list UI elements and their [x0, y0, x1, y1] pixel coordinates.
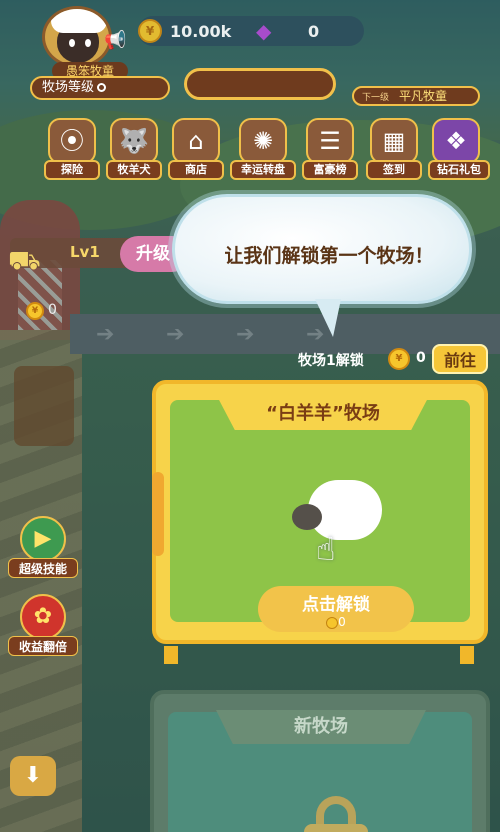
ranch-card[interactable]: ☝ 点击解锁 0 “白羊羊”牧场: [152, 380, 488, 664]
mine-cart-icon: ⛟: [8, 246, 41, 276]
goto-button[interactable]: 前往: [432, 344, 488, 374]
currency-bar: ¥ 10.00k ◆ 0: [138, 16, 364, 46]
gem-count: 0: [308, 22, 320, 41]
podium-icon: ☰: [306, 118, 354, 164]
next-level-prefix: 下一级: [362, 93, 390, 103]
new-ranch-title: 新牧场: [216, 710, 426, 744]
new-ranch-card[interactable]: 新牧场: [150, 690, 490, 832]
coin-icon: ¥: [388, 348, 410, 370]
next-level-title: 平凡牧童: [399, 89, 448, 103]
avatar[interactable]: [42, 6, 112, 68]
pointing-hand-icon: ☝: [316, 530, 336, 568]
wheel-icon: ✺: [239, 118, 287, 164]
sheep-icon: [292, 480, 382, 546]
menu-item-shop[interactable]: ⌂ 商店: [168, 118, 224, 182]
menu-item-label: 签到: [366, 160, 422, 180]
card-leg: [460, 646, 474, 664]
click-unlock-label: 点击解锁: [302, 595, 370, 615]
super-skill-label: 超级技能: [8, 558, 78, 578]
unlock-text: 牧场1解锁: [298, 353, 364, 369]
production-level: Lv1: [70, 243, 100, 261]
menu-item-label: 钻石礼包: [428, 160, 490, 180]
shop-icon: ⌂: [172, 118, 220, 164]
menu-item-label: 幸运转盘: [230, 160, 296, 180]
menu-item-sheepdog[interactable]: 🐺 牧羊犬: [106, 118, 162, 182]
coin-icon: [326, 616, 339, 629]
click-unlock-button[interactable]: 点击解锁 0: [258, 586, 414, 632]
sheep-head: [292, 504, 322, 530]
double-income-label: 收益翻倍: [8, 636, 78, 656]
unlock-cost: 0: [416, 350, 426, 366]
ranch-level-label: 牧场等级: [42, 80, 95, 95]
adventure-icon: ⦿: [48, 118, 96, 164]
tutorial-text: 让我们解锁第一个牧场！: [224, 245, 434, 267]
card-hinge: [152, 472, 164, 556]
stored-coins-value: 0: [48, 302, 57, 318]
menu-item-adventure[interactable]: ⦿ 探险: [44, 118, 100, 182]
menu-item-label: 商店: [168, 160, 224, 180]
level-progress-bar: [184, 68, 336, 100]
treasure-icon: ❖: [432, 118, 480, 164]
eye-icon: [69, 39, 75, 47]
lock-icon: [304, 796, 368, 832]
menu-item-label: 富豪榜: [302, 160, 358, 180]
coin-icon: ¥: [138, 19, 162, 43]
menu-item-leaderboard[interactable]: ☰ 富豪榜: [302, 118, 358, 182]
dog-icon: 🐺: [110, 118, 158, 164]
ranch-field: ☝ 点击解锁 0: [170, 400, 470, 632]
skill-tv-icon: ▶: [20, 516, 66, 562]
feature-menu: ⦿ 探险 🐺 牧羊犬 ⌂ 商店 ✺ 幸运转盘 ☰ 富豪榜 ▦ 签到 ❖ 钻石礼包: [44, 118, 500, 184]
arrow-down-icon: ⬇: [23, 763, 43, 788]
menu-item-label: 牧羊犬: [106, 160, 162, 180]
ranch-title: “白羊羊”牧场: [218, 398, 428, 430]
double-income-button[interactable]: ✿ 收益翻倍: [8, 594, 78, 664]
horn-icon: 📢: [104, 30, 127, 51]
next-level: 下一级 平凡牧童: [352, 86, 480, 106]
menu-item-diamond-pack[interactable]: ❖ 钻石礼包: [428, 118, 490, 182]
super-skill-button[interactable]: ▶ 超级技能: [8, 516, 78, 586]
menu-item-label: 探险: [44, 160, 100, 180]
click-unlock-cost-value: 0: [338, 615, 346, 629]
stored-coins: ¥ 0: [26, 302, 66, 322]
ranch-level[interactable]: 牧场等级: [30, 76, 170, 100]
scroll-down-button[interactable]: ⬇: [10, 756, 56, 796]
click-unlock-cost: 0: [258, 615, 414, 629]
coin-icon: ¥: [26, 302, 44, 320]
level-ring-icon: [97, 83, 107, 92]
eye-icon: [85, 39, 91, 47]
menu-item-checkin[interactable]: ▦ 签到: [366, 118, 422, 182]
red-envelope-icon: ✿: [20, 594, 66, 640]
calendar-icon: ▦: [370, 118, 418, 164]
lock-body: [304, 824, 368, 832]
card-leg: [164, 646, 178, 664]
menu-item-lucky-wheel[interactable]: ✺ 幸运转盘: [230, 118, 296, 182]
wool-icon: [51, 9, 107, 33]
coin-count: 10.00k: [170, 22, 232, 41]
gem-icon: ◆: [256, 19, 272, 43]
tutorial-bubble: 让我们解锁第一个牧场！: [172, 194, 472, 337]
